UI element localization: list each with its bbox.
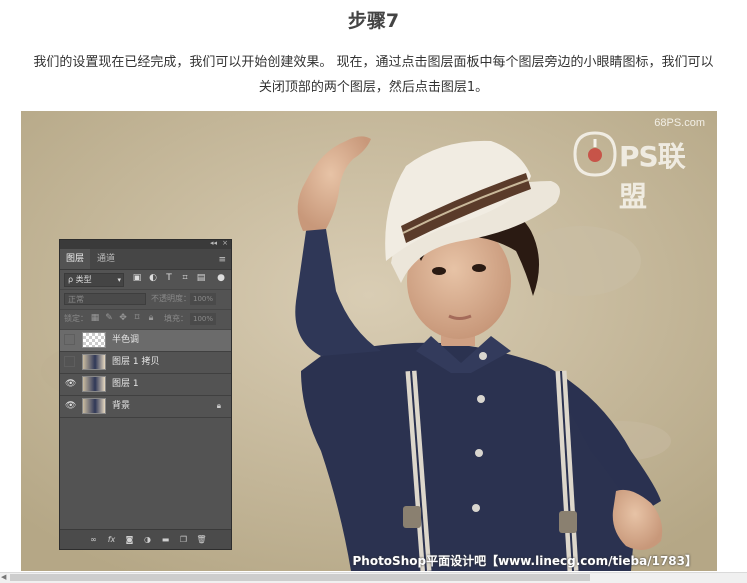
link-layers-icon[interactable]: ∞ <box>88 534 99 545</box>
step-description: 我们的设置现在已经完成，我们可以开始创建效果。 现在，通过点击图层面板中每个图层… <box>0 50 747 100</box>
layer-name: 图层 1 拷贝 <box>112 357 160 367</box>
layer-row-layer1[interactable]: 👁︎ 图层 1 <box>60 374 231 396</box>
opacity-input[interactable]: 100% <box>190 293 216 305</box>
fill-input[interactable]: 100% <box>190 313 216 325</box>
lock-image-icon[interactable]: ✎ <box>104 313 114 323</box>
panel-tabs: 图层 通道 ≡ <box>60 249 231 270</box>
layer-thumbnail <box>82 332 106 348</box>
layers-panel[interactable]: ◂◂ × 图层 通道 ≡ ρ 类型 ▾ ▣ ◐ T ⌗ ▤ ● 正常 不透明度：… <box>59 239 232 550</box>
lock-position-icon[interactable]: ✥ <box>118 313 128 323</box>
layer-thumbnail <box>82 376 106 392</box>
filter-shape-icon[interactable]: ⌗ <box>180 273 190 283</box>
adjustment-layer-icon[interactable]: ◑ <box>142 534 153 545</box>
eye-icon[interactable]: 👁︎ <box>65 379 76 389</box>
collapse-icon[interactable]: ◂◂ <box>210 239 217 247</box>
trash-icon[interactable]: 🗑︎ <box>196 534 207 545</box>
layer-row-halftone[interactable]: 半色调 <box>60 330 231 352</box>
suspender-clip <box>403 506 421 528</box>
step-description-line-1: 我们的设置现在已经完成，我们可以开始创建效果。 现在，通过点击图层面板中每个图层… <box>33 55 714 70</box>
background-rock <box>521 226 641 296</box>
step-description-line-2: 关闭顶部的两个图层，然后点击图层1。 <box>258 80 489 95</box>
layer-name: 背景 <box>112 401 131 411</box>
filter-toggle-icon[interactable]: ● <box>216 273 226 283</box>
shirt-button <box>472 504 480 512</box>
layer-thumbnail <box>82 398 106 414</box>
suspender-clip <box>559 511 577 533</box>
eye-icon[interactable]: 👁︎ <box>65 401 76 411</box>
lock-all-icon[interactable]: 🔒︎ <box>146 313 156 323</box>
watermark-credit: PhotoShop平面设计吧【www.linecg.com/tieba/1783… <box>352 554 697 568</box>
close-icon[interactable]: × <box>222 239 228 247</box>
lock-icon: 🔒︎ <box>216 401 221 410</box>
scroll-left-icon[interactable]: ◀ <box>1 573 6 581</box>
lock-label: 锁定： <box>64 314 88 323</box>
visibility-toggle-empty[interactable] <box>64 356 75 367</box>
shirt-button <box>479 352 487 360</box>
filter-smart-object-icon[interactable]: ▤ <box>196 273 206 283</box>
blend-mode-select[interactable]: 正常 <box>64 293 146 305</box>
filter-row: ρ 类型 ▾ ▣ ◐ T ⌗ ▤ ● <box>60 270 231 290</box>
filter-adjustment-icon[interactable]: ◐ <box>148 273 158 283</box>
tab-channels[interactable]: 通道 <box>91 249 121 269</box>
scrollbar-thumb[interactable] <box>10 574 590 581</box>
boy-right-eye <box>472 264 486 272</box>
new-group-icon[interactable]: ▬ <box>160 534 171 545</box>
panel-menu-icon[interactable]: ≡ <box>218 255 226 265</box>
horizontal-scrollbar[interactable]: ◀ <box>0 572 747 583</box>
layer-name: 半色调 <box>112 335 140 345</box>
ps-logo-text: PS联盟 <box>619 140 686 213</box>
add-mask-icon[interactable]: ◙ <box>124 534 135 545</box>
shirt-button <box>477 395 485 403</box>
filter-pixel-icon[interactable]: ▣ <box>132 273 142 283</box>
lock-artboard-icon[interactable]: ⌑ <box>132 313 142 323</box>
boy-left-eye <box>432 267 446 275</box>
panel-titlebar[interactable]: ◂◂ × <box>60 239 231 249</box>
tab-layers[interactable]: 图层 <box>60 249 91 269</box>
shirt-button <box>475 449 483 457</box>
page-title: 步骤7 <box>347 10 400 32</box>
lock-row: 锁定： ▦ ✎ ✥ ⌑ 🔒︎ 填充： 100% <box>60 310 231 330</box>
layer-row-layer1-copy[interactable]: 图层 1 拷贝 <box>60 352 231 374</box>
visibility-toggle-empty[interactable] <box>64 334 75 345</box>
panel-footer: ∞ fx ◙ ◑ ▬ ❐ 🗑︎ <box>60 529 231 549</box>
layer-name: 图层 1 <box>112 379 139 389</box>
fill-label: 填充： <box>164 314 188 323</box>
layer-thumbnail <box>82 354 106 370</box>
new-layer-icon[interactable]: ❐ <box>178 534 189 545</box>
filter-type-select[interactable]: ρ 类型 ▾ <box>64 273 124 287</box>
layer-row-background[interactable]: 👁︎ 背景 🔒︎ <box>60 396 231 418</box>
opacity-label: 不透明度： <box>151 294 191 303</box>
filter-type-icon[interactable]: T <box>164 273 174 283</box>
blend-row: 正常 不透明度： 100% <box>60 290 231 310</box>
layer-style-icon[interactable]: fx <box>106 534 117 545</box>
filter-type-label: ρ 类型 <box>68 275 92 284</box>
ps-logo: PS联盟 <box>567 127 705 213</box>
chevron-down-icon: ▾ <box>117 276 121 284</box>
lock-transparent-icon[interactable]: ▦ <box>90 313 100 323</box>
